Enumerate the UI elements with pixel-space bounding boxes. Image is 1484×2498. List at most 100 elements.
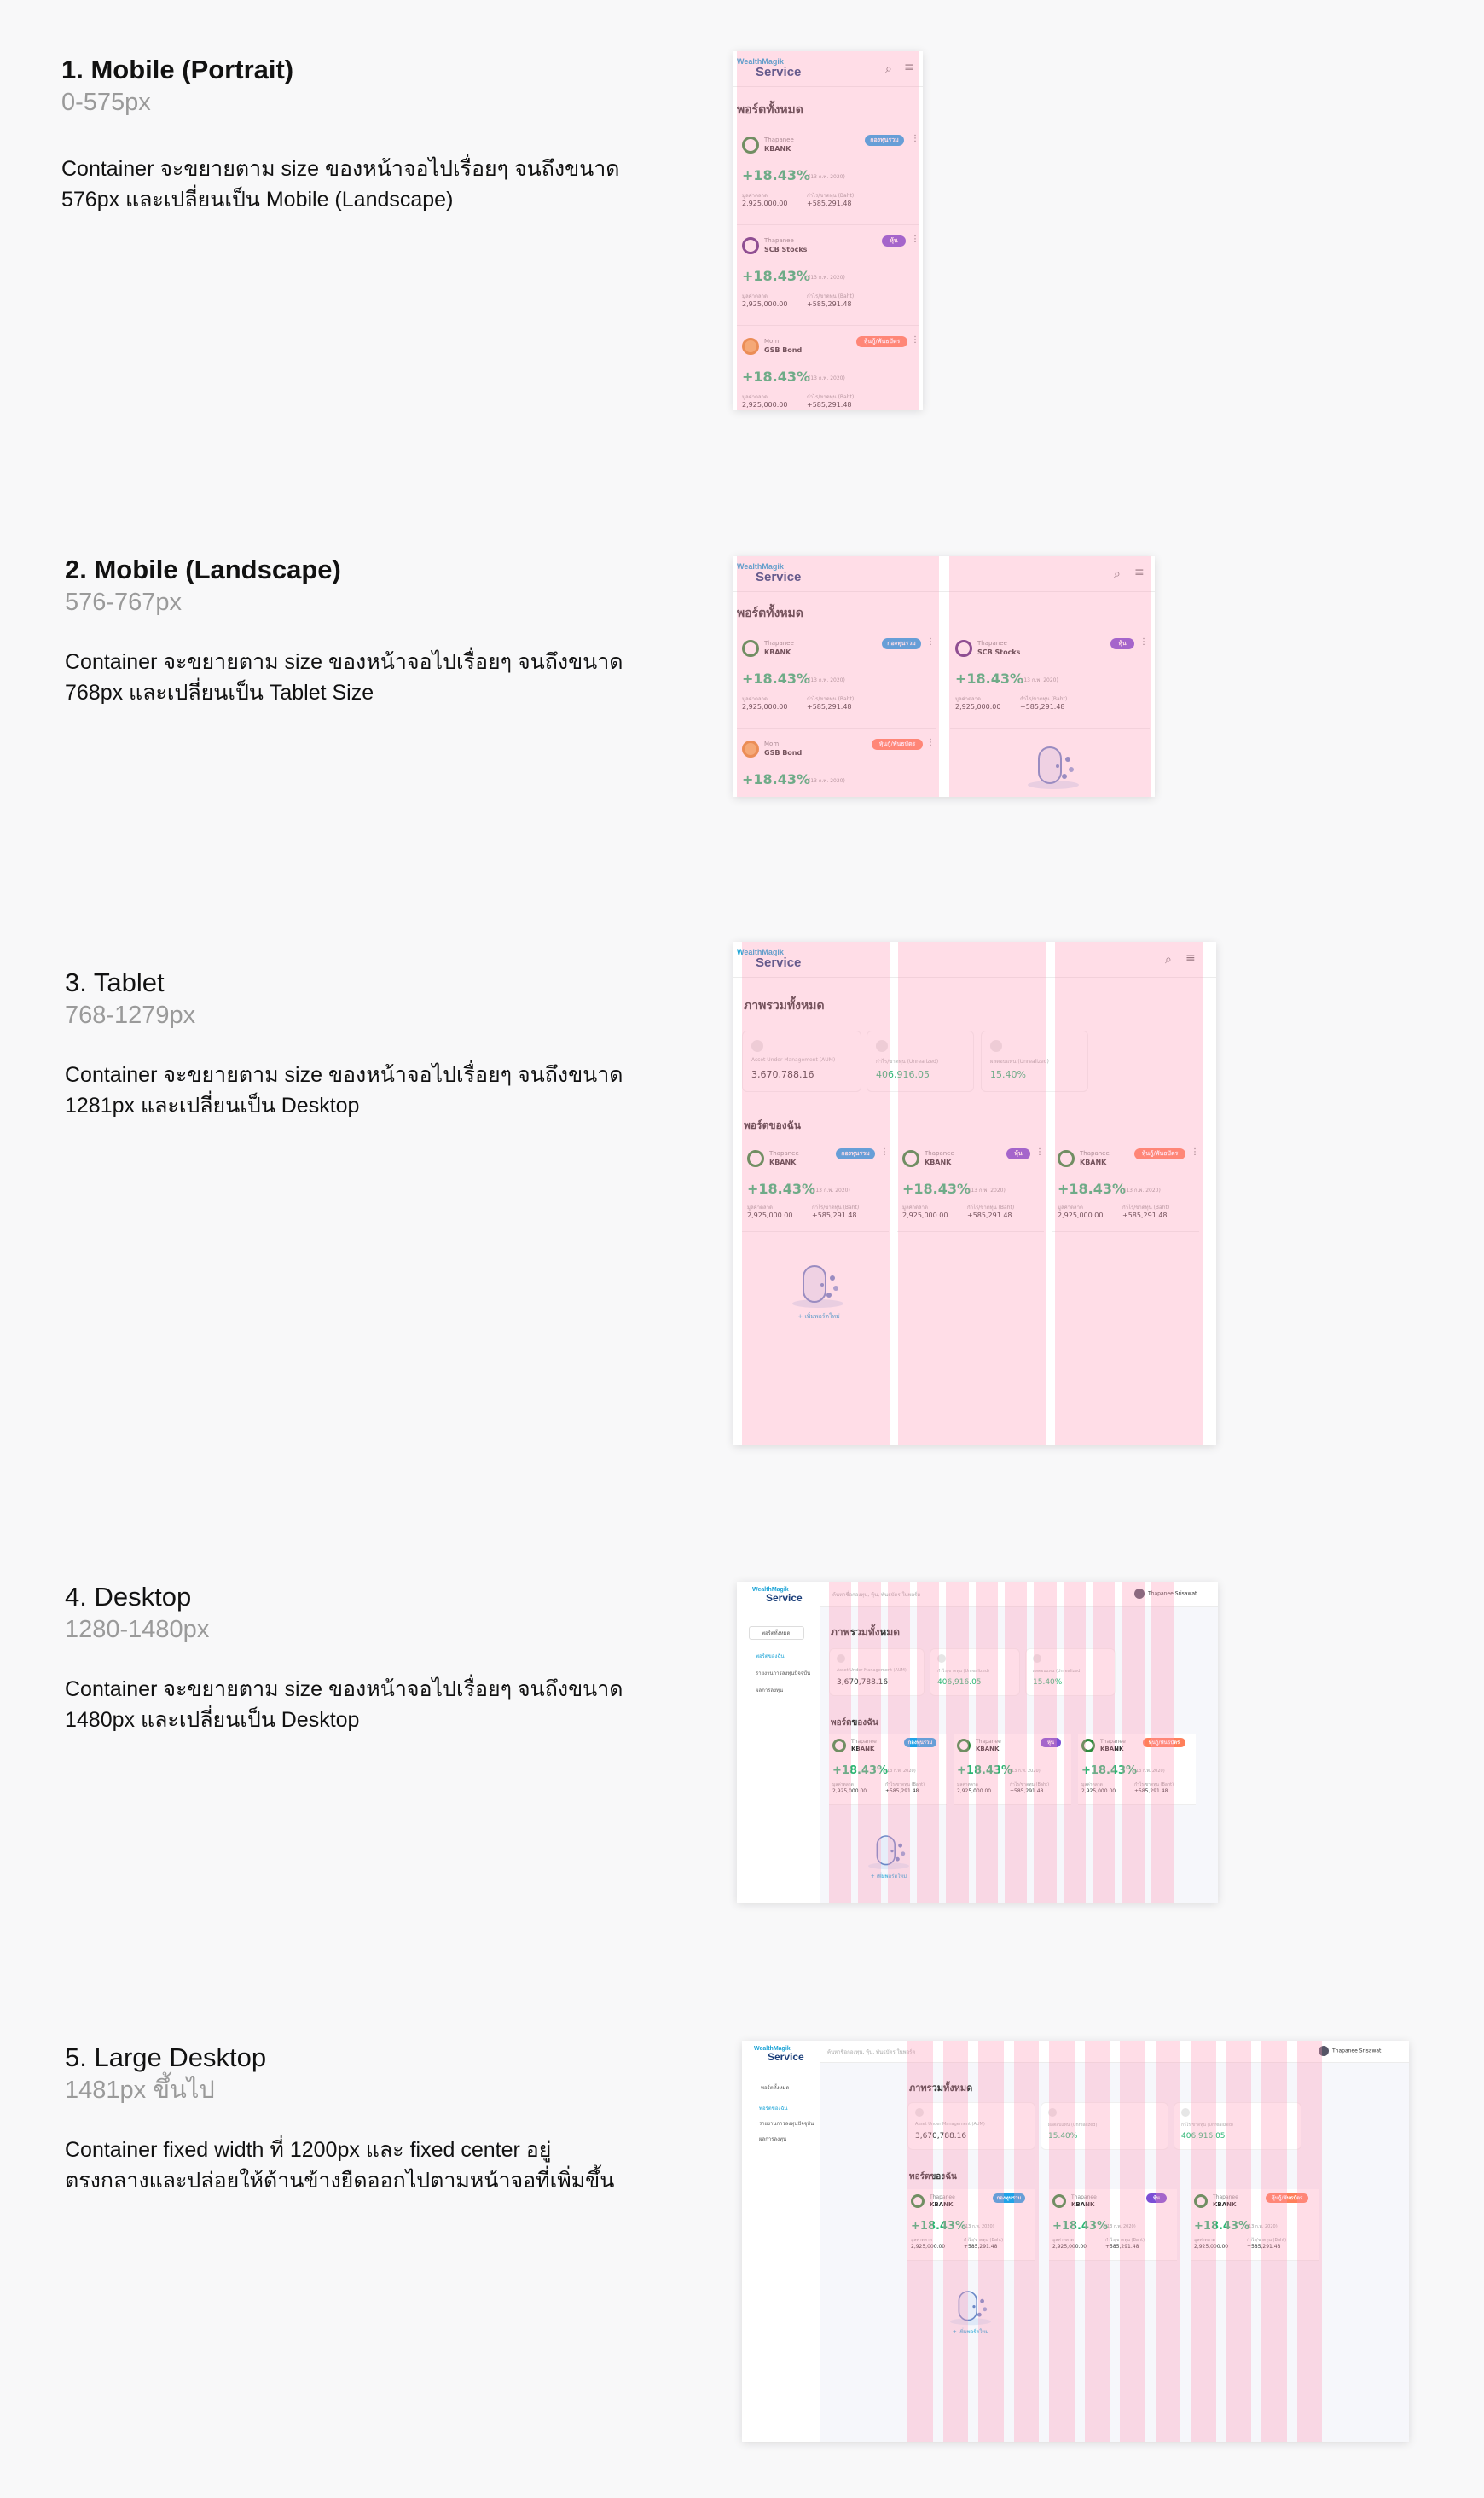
cost-value: 2,925,000.00: [1052, 2244, 1087, 2250]
app-logo: WealthMagik Service: [737, 57, 802, 79]
app-logo: WealthMagik Service: [754, 2046, 804, 2063]
pl-value: +585,291.48: [812, 1211, 857, 1219]
cost-value: 2,925,000.00: [742, 401, 788, 409]
card-name: KBANK: [1080, 1159, 1107, 1166]
card-name: GSB Bond: [764, 749, 803, 757]
type-badge: หุ้น: [1110, 638, 1134, 649]
search-icon[interactable]: ⌕: [1114, 568, 1121, 580]
portfolio-card[interactable]: Thapanee SCB Stocks หุ้น ⋮ +18.43% (13 ก…: [950, 633, 1150, 729]
return-date: (13 ก.พ. 2020): [814, 1188, 850, 1194]
stat-value: 406,916.05: [937, 1678, 982, 1687]
search-icon[interactable]: ⌕: [1165, 954, 1172, 966]
type-badge: กองทุนรวม: [993, 2193, 1025, 2203]
bank-logo: [742, 338, 759, 355]
portfolio-card[interactable]: Thapanee KBANK หุ้นกู้/พันธบัตร +18.43% …: [1078, 1734, 1196, 1805]
portfolio-card[interactable]: Thapanee KBANK กองทุนรวม +18.43% (13 ก.พ…: [907, 2189, 1035, 2261]
cost-value: 2,925,000.00: [911, 2244, 946, 2250]
sidebar-item-report[interactable]: รายงานการลงทุนปัจจุบัน: [759, 2119, 814, 2128]
portfolio-card[interactable]: Thapanee KBANK กองทุนรวม ⋮ +18.43% (13 ก…: [737, 130, 919, 225]
card-owner: Thapanee: [930, 2194, 955, 2200]
my-ports-title: พอร์ตของฉัน: [744, 1119, 802, 1131]
pl-value: +585,291.48: [1010, 1788, 1044, 1794]
portfolio-card[interactable]: Thapanee KBANK กองทุนรวม +18.43% (13 ก.พ…: [829, 1734, 947, 1805]
more-icon[interactable]: ⋮: [911, 336, 919, 345]
section-text: Container จะขยายตาม size ของหน้าจอไปเรื่…: [65, 1677, 623, 1732]
menu-icon[interactable]: ≡: [1185, 952, 1196, 964]
type-badge: หุ้น: [1041, 1738, 1061, 1747]
type-badge: หุ้น: [882, 235, 906, 247]
cost-label: มูลค่าตลาด: [1052, 2238, 1074, 2243]
search-input[interactable]: ค้นหาชื่อกองทุน, หุ้น, พันธบัตร ในพอร์ต: [827, 2048, 915, 2056]
portfolio-card[interactable]: Thapanee KBANK หุ้น +18.43% (13 ก.พ. 202…: [954, 1734, 1071, 1805]
sidebar-dropdown[interactable]: พอร์ตทั้งหมด: [752, 2082, 803, 2094]
preview-desktop: WealthMagik Service พอร์ตทั้งหมด พอร์ตขอ…: [737, 1582, 1218, 1903]
return-date: (13 ก.พ. 2020): [809, 275, 845, 281]
stat-card-pl: กำไร/ขาดทุน (Unrealized) 406,916.05: [1174, 2102, 1301, 2150]
sidebar-item-performance[interactable]: ผลการลงทุน: [756, 1686, 783, 1694]
overview-title: ภาพรวมทั้งหมด: [909, 2083, 973, 2094]
bank-logo: [742, 741, 759, 758]
portfolio-card[interactable]: Mom GSB Bond หุ้นกู้/พันธบัตร ⋮ +18.43% …: [737, 331, 919, 410]
add-port-link[interactable]: + เพิ่มพอร์ตใหม่: [846, 1872, 931, 1880]
pl-value: +585,291.48: [1134, 1788, 1168, 1794]
card-owner: Thapanee: [764, 640, 794, 647]
sidebar-item-performance[interactable]: ผลการลงทุน: [759, 2135, 786, 2143]
portfolio-card[interactable]: Thapanee KBANK หุ้นกู้/พันธบัตร +18.43% …: [1191, 2189, 1319, 2261]
portfolio-card[interactable]: Thapanee KBANK หุ้น +18.43% (13 ก.พ. 202…: [1049, 2189, 1177, 2261]
user-menu[interactable]: Thapanee Srisawat: [1134, 1589, 1197, 1599]
pl-value: +585,291.48: [807, 300, 852, 308]
add-port-link[interactable]: + เพิ่มพอร์ตใหม่: [928, 2327, 1013, 2336]
portfolio-card[interactable]: Thapanee KBANK กองทุนรวม ⋮ +18.43% (13 ก…: [742, 1143, 889, 1232]
pl-label: กำไร/ขาดทุน (Baht): [1020, 696, 1068, 702]
user-menu[interactable]: Thapanee Srisawat: [1319, 2046, 1381, 2056]
sidebar-item-my-ports[interactable]: พอร์ตของฉัน: [759, 2104, 788, 2112]
portfolio-card[interactable]: Thapanee KBANK กองทุนรวม ⋮ +18.43% (13 ก…: [737, 633, 936, 729]
portfolio-card[interactable]: Thapanee KBANK หุ้นกู้/พันธบัตร ⋮ +18.43…: [1052, 1143, 1199, 1232]
card-owner: Thapanee: [1071, 2194, 1097, 2200]
more-icon[interactable]: ⋮: [1139, 638, 1148, 647]
preview-mobile-landscape: WealthMagik Service ⌕ ≡ พอร์ตทั้งหมด Tha…: [733, 556, 1155, 797]
stat-value: 3,670,788.16: [751, 1069, 814, 1080]
pl-value: +585,291.48: [1122, 1211, 1168, 1219]
more-icon[interactable]: ⋮: [911, 235, 919, 244]
menu-icon[interactable]: ≡: [904, 61, 914, 73]
more-icon[interactable]: ⋮: [1191, 1148, 1199, 1157]
sidebar: WealthMagik Service พอร์ตทั้งหมด พอร์ตขอ…: [742, 2041, 820, 2442]
more-icon[interactable]: ⋮: [911, 135, 919, 143]
stat-value: 406,916.05: [1181, 2132, 1226, 2141]
portfolio-card[interactable]: Thapanee SCB Stocks หุ้น ⋮ +18.43% (13 ก…: [737, 230, 919, 326]
type-badge: หุ้นกู้/พันธบัตร: [1266, 2193, 1308, 2203]
pl-value: +585,291.48: [1105, 2244, 1139, 2250]
more-icon[interactable]: ⋮: [1035, 1148, 1044, 1157]
card-name: KBANK: [1071, 2201, 1095, 2208]
more-icon[interactable]: ⋮: [926, 739, 935, 747]
pl-label: กำไร/ขาดทุน (Baht): [807, 193, 855, 199]
section-range: 0-575px: [61, 89, 151, 116]
stat-card-aum: Asset Under Management (AUM) 3,670,788.1…: [742, 1031, 861, 1092]
sidebar-item-my-ports[interactable]: พอร์ตของฉัน: [756, 1652, 785, 1660]
more-icon[interactable]: ⋮: [926, 638, 935, 647]
search-input[interactable]: ค้นหาชื่อกองทุน, หุ้น, พันธบัตร ในพอร์ต: [832, 1590, 920, 1599]
bank-logo: [955, 640, 972, 657]
add-port-link[interactable]: + เพิ่มพอร์ตใหม่: [776, 1312, 861, 1322]
portfolio-card[interactable]: Mom GSB Bond หุ้นกู้/พันธบัตร ⋮ +18.43% …: [737, 734, 936, 797]
bank-logo: [832, 1739, 846, 1752]
return-pct: +18.43%: [742, 167, 811, 183]
bank-logo: [742, 237, 759, 254]
return-date: (13 ก.พ. 2020): [1134, 1769, 1165, 1774]
type-badge: หุ้นกู้/พันธบัตร: [856, 336, 907, 347]
return-pct: +18.43%: [747, 1181, 816, 1197]
cost-value: 2,925,000.00: [1058, 1211, 1104, 1219]
more-icon[interactable]: ⋮: [880, 1148, 889, 1157]
stat-card-aum: Asset Under Management (AUM) 3,670,788.1…: [907, 2102, 1035, 2150]
sidebar-dropdown[interactable]: พอร์ตทั้งหมด: [749, 1626, 805, 1640]
section-large-desktop: 5. Large Desktop 1481px ขึ้นไป Container…: [0, 1996, 1484, 2498]
menu-icon[interactable]: ≡: [1134, 566, 1145, 578]
sidebar-item-report[interactable]: รายงานการลงทุนปัจจุบัน: [756, 1669, 810, 1677]
portfolio-card[interactable]: Thapanee KBANK หุ้น ⋮ +18.43% (13 ก.พ. 2…: [897, 1143, 1044, 1232]
bank-logo: [911, 2194, 925, 2208]
card-name: SCB Stocks: [764, 246, 808, 253]
type-badge: กองทุนรวม: [836, 1148, 875, 1159]
search-icon[interactable]: ⌕: [885, 63, 892, 75]
pl-value: +585,291.48: [964, 2244, 998, 2250]
